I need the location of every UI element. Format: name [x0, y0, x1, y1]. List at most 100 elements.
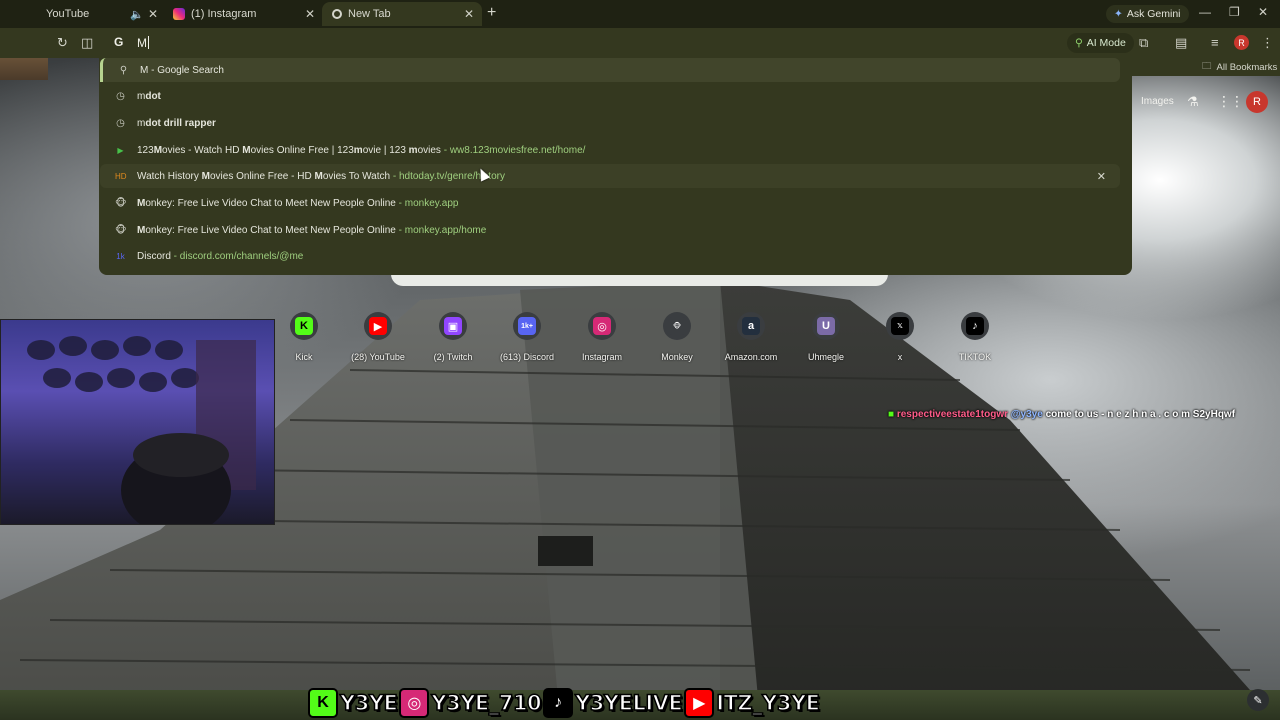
more-menu-icon[interactable]: ⋮ — [1261, 35, 1274, 51]
omnibox-input[interactable]: M — [137, 36, 149, 50]
shortcut-favicon-icon: ▣ — [439, 312, 467, 340]
shortcut-label: (613) Discord — [499, 352, 555, 362]
instagram-icon: ◎ — [399, 688, 430, 718]
shortcut-tile[interactable]: ▶ (28) YouTube — [342, 312, 414, 362]
close-icon[interactable]: ✕ — [464, 7, 474, 21]
search-icon: ⚲ — [119, 64, 128, 76]
all-bookmarks-button[interactable]: All Bookmarks — [1217, 62, 1278, 73]
profile-avatar[interactable]: R — [1234, 35, 1249, 50]
youtube-icon: ▶ — [684, 688, 715, 718]
ask-gemini-button[interactable]: ✦ Ask Gemini — [1106, 5, 1189, 23]
ntp-account-avatar[interactable]: R — [1246, 91, 1268, 113]
tab-instagram[interactable]: (1) Instagram ✕ — [163, 2, 323, 26]
extensions-icon[interactable]: ⧉ — [1139, 35, 1148, 51]
suggestion-url: monkey.app/home — [404, 224, 487, 236]
media-controls-icon[interactable]: ≡ — [1211, 35, 1219, 50]
shortcut-tile[interactable]: 𝕏x — [864, 312, 936, 362]
speaker-icon[interactable]: 🔈 — [130, 8, 144, 21]
shortcut-tile[interactable]: 1k+ (613) Discord — [491, 312, 563, 362]
suggestion-url: discord.com/channels/@me — [179, 250, 304, 262]
folder-icon: 🗀 — [1202, 61, 1212, 72]
shortcut-favicon-icon: U — [812, 312, 840, 340]
chat-username: respectiveestate1togwr — [896, 409, 1008, 420]
reload-icon[interactable]: ↻ — [57, 35, 68, 51]
shortcut-tile[interactable]: ♪ TIKTOK — [939, 312, 1011, 362]
suggestion-item[interactable]: 🐵 Monkey: Free Live Video Chat to Meet Ne… — [100, 218, 1120, 242]
tab-title: New Tab — [348, 8, 391, 20]
suggestion-url: ww8.123moviesfree.net/home/ — [449, 144, 586, 156]
shortcut-label: (2) Twitch — [433, 352, 473, 362]
suggestion-item[interactable]: ◷ mdot — [100, 84, 1120, 108]
shortcut-tile[interactable]: U Uhmegle — [790, 312, 862, 362]
shortcut-label: Kick — [295, 352, 313, 362]
webcam-feed — [27, 336, 256, 524]
suggestion-item[interactable]: ◷ mdot drill rapper — [100, 111, 1120, 135]
tab-new-tab[interactable]: New Tab ✕ — [322, 2, 482, 26]
shortcut-favicon-icon: 🐵 — [663, 312, 691, 340]
close-icon[interactable]: ✕ — [305, 7, 315, 21]
shortcut-label: (28) YouTube — [351, 352, 405, 362]
shortcut-favicon-icon: ▶ — [364, 312, 392, 340]
shortcut-tile[interactable]: ◎ Instagram — [566, 312, 638, 362]
suggestion-item[interactable]: 🐵 Monkey: Free Live Video Chat to Meet Ne… — [100, 191, 1120, 215]
tiktok-icon: ♪ — [543, 688, 574, 718]
site-icon-123movies: ▶ — [117, 145, 124, 155]
stream-chat-message: ■ respectiveestate1togwr @y3ye come to u… — [888, 409, 1235, 420]
split-view-icon[interactable]: ◫ — [81, 35, 93, 51]
shortcut-favicon-icon: K — [290, 312, 318, 340]
restore-icon[interactable]: ❐ — [1229, 5, 1240, 19]
shortcut-tile[interactable]: K Kick — [268, 312, 340, 362]
images-link[interactable]: Images — [1141, 96, 1174, 107]
tab-strip: YouTube 🔈 ✕ (1) Instagram ✕ New Tab ✕ + … — [0, 0, 1280, 28]
labs-flask-icon[interactable]: ⚗ — [1187, 94, 1199, 110]
sidepanel-icon[interactable]: ▤ — [1175, 35, 1187, 51]
suggestion-text: Discord - discord.com/channels/@me — [137, 250, 304, 262]
shortcut-tile[interactable]: a Amazon.com — [715, 312, 787, 362]
suggestion-item[interactable]: HD Watch History Movies Online Free - HD … — [100, 164, 1120, 188]
tab-title: YouTube — [46, 8, 90, 20]
ai-mode-button[interactable]: ⚲ AI Mode — [1067, 33, 1134, 53]
bookmarks-bar: 🗀 All Bookmarks — [1130, 58, 1280, 76]
site-icon-hdtoday: HD — [115, 171, 127, 181]
window-close-icon[interactable]: ✕ — [1258, 5, 1268, 19]
google-g-icon: G — [114, 35, 124, 49]
suggestion-item[interactable]: ⚲ M - Google Search — [100, 58, 1120, 82]
chrome-icon — [332, 9, 342, 19]
close-icon[interactable]: ✕ — [148, 7, 158, 21]
ai-search-icon: ⚲ — [1075, 37, 1083, 49]
suggestion-text: M - Google Search — [140, 64, 224, 76]
kick-icon: K — [308, 688, 338, 718]
shortcut-tile[interactable]: ▣ (2) Twitch — [417, 312, 489, 362]
ask-gemini-label: Ask Gemini — [1126, 8, 1181, 20]
gemini-sparkle-icon: ✦ — [1114, 8, 1123, 20]
shortcut-label: Instagram — [581, 352, 623, 362]
suggestion-text: mdot — [137, 90, 161, 102]
tab-youtube[interactable]: YouTube 🔈 ✕ — [0, 2, 160, 26]
site-icon-monkey: 🐵 — [115, 224, 127, 236]
social-handles-bar: K Y3YE ◎ Y3YE_710 ♪ Y3YELIVE ▶ ITZ_Y3YE — [308, 686, 821, 720]
suggestion-item[interactable]: ▶ 123Movies - Watch HD Movies Online Free… — [100, 138, 1120, 162]
shortcut-label: Uhmegle — [807, 352, 845, 362]
suggestion-url: monkey.app — [404, 197, 459, 209]
history-icon: ◷ — [116, 90, 125, 102]
remove-suggestion-icon[interactable]: ✕ — [1097, 170, 1106, 183]
chat-mention: @y3ye — [1010, 409, 1043, 420]
customize-pencil-icon[interactable]: ✎ — [1247, 689, 1269, 711]
site-icon-monkey: 🐵 — [115, 197, 127, 209]
instagram-icon — [173, 8, 185, 20]
shortcut-tile[interactable]: 🐵 Monkey — [641, 312, 713, 362]
shortcut-favicon-icon: 𝕏 — [886, 312, 914, 340]
social-handle-text: Y3YELIVE — [574, 690, 683, 716]
site-icon-discord: 1k — [116, 251, 125, 261]
shortcut-label: x — [897, 352, 903, 362]
suggestion-text: Monkey: Free Live Video Chat to Meet New… — [137, 197, 459, 209]
social-handle-text: Y3YE_710 — [431, 690, 543, 716]
new-tab-button[interactable]: + — [487, 4, 496, 22]
suggestion-item[interactable]: 1k Discord - discord.com/channels/@me — [100, 244, 1120, 268]
shortcut-label: TIKTOK — [958, 352, 992, 362]
shortcut-favicon-icon: ♪ — [961, 312, 989, 340]
browser-toolbar: ↻ ◫ G M ⚲ AI Mode ⧉ ▤ ≡ R ⋮ — [0, 28, 1280, 58]
social-handle: K Y3YE — [308, 687, 399, 719]
tab-title: (1) Instagram — [191, 8, 257, 20]
minimize-icon[interactable]: — — [1199, 5, 1211, 19]
